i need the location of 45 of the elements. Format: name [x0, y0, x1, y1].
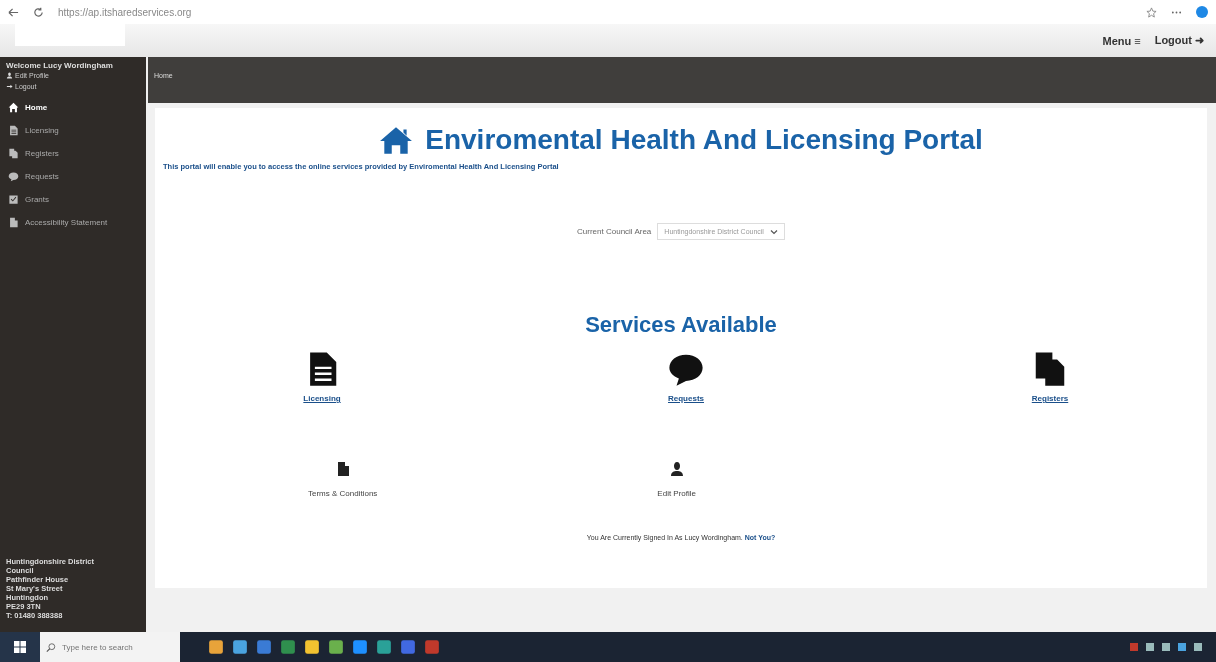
- taskbar-search[interactable]: Type here to search: [40, 632, 180, 662]
- app-icon[interactable]: [352, 639, 368, 655]
- app-icon[interactable]: [328, 639, 344, 655]
- star-icon[interactable]: [1146, 6, 1157, 18]
- service-link[interactable]: Registers: [1031, 350, 1069, 403]
- welcome-text: Welcome Lucy Wordingham: [5, 61, 114, 70]
- address-bar[interactable]: https://ap.itsharedservices.org: [58, 6, 192, 18]
- taskbar-search-field[interactable]: Type here to search: [60, 641, 174, 653]
- home-icon: [379, 125, 414, 155]
- windows-icon: [14, 641, 26, 653]
- app-icon[interactable]: [232, 639, 248, 655]
- back-icon[interactable]: [8, 6, 19, 18]
- service-link[interactable]: Terms & Conditions: [308, 461, 378, 498]
- search-icon: [46, 641, 56, 653]
- app-icon[interactable]: [304, 639, 320, 655]
- section-title: Services Available: [585, 312, 777, 338]
- page-icon: [8, 217, 19, 228]
- service-link[interactable]: Edit Profile: [657, 461, 697, 498]
- person-icon: [668, 461, 685, 477]
- sidebar-item[interactable]: Home: [0, 96, 146, 119]
- checkbox-icon: [8, 194, 19, 205]
- service-link[interactable]: Licensing: [303, 350, 341, 403]
- logout-link[interactable]: Logout ➜: [1154, 34, 1204, 47]
- sidebar-item[interactable]: Accessibility Statement: [0, 211, 146, 234]
- app-icon[interactable]: [208, 639, 224, 655]
- person-icon: [6, 72, 13, 79]
- start-button[interactable]: [0, 632, 40, 662]
- document-icon: [8, 125, 19, 136]
- refresh-icon[interactable]: [33, 6, 44, 18]
- sidebar-item[interactable]: Requests: [0, 165, 146, 188]
- sidebar-item[interactable]: Registers: [0, 142, 146, 165]
- app-icon[interactable]: [280, 639, 296, 655]
- council-label: Current Council Area: [577, 227, 652, 236]
- profile-icon[interactable]: [1196, 6, 1208, 18]
- files-icon: [8, 148, 19, 159]
- menu-link[interactable]: Menu ≡: [1102, 34, 1141, 47]
- service-link[interactable]: Requests: [667, 350, 705, 403]
- arrow-icon: [6, 83, 13, 90]
- sidebar-item[interactable]: Licensing: [0, 119, 146, 142]
- house-icon: [8, 102, 19, 113]
- sidebar-item[interactable]: Grants: [0, 188, 146, 211]
- app-icon[interactable]: [376, 639, 392, 655]
- caret-icon: [769, 228, 778, 235]
- page-title: Enviromental Health And Licensing Portal: [425, 124, 983, 156]
- speech-bubble-icon: [8, 171, 19, 182]
